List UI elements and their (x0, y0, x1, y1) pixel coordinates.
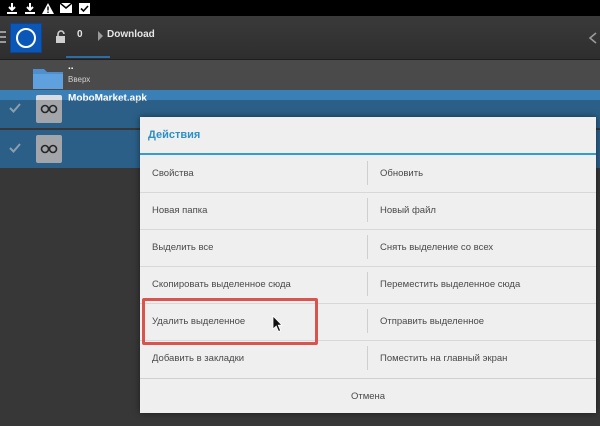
mouse-cursor-icon (272, 315, 283, 333)
action-deselect-all[interactable]: Снять выделение со всех (368, 229, 596, 266)
action-properties[interactable]: Свойства (140, 155, 368, 192)
list-item-name: .. (68, 61, 74, 72)
breadcrumb-arrow-icon (98, 31, 103, 41)
action-add-to-home[interactable]: Поместить на главный экран (368, 340, 596, 377)
breadcrumb-count[interactable]: 0 (77, 29, 83, 40)
menu-handle-icon[interactable] (0, 28, 8, 48)
breadcrumb-folder[interactable]: Download (107, 29, 155, 40)
cancel-button[interactable]: Отмена (140, 379, 596, 413)
action-add-bookmark[interactable]: Добавить в закладки (140, 340, 368, 377)
warning-icon (42, 2, 54, 14)
actions-dialog: Действия Свойства Обновить Новая папка Н… (140, 117, 596, 413)
chevron-left-icon[interactable] (588, 32, 598, 44)
action-refresh[interactable]: Обновить (368, 155, 596, 192)
action-move-here[interactable]: Переместить выделенное сюда (368, 266, 596, 303)
unlock-icon[interactable] (54, 30, 68, 44)
action-new-file[interactable]: Новый файл (368, 192, 596, 229)
download-icon (6, 2, 18, 14)
action-send-selected[interactable]: Отправить выделенное (368, 303, 596, 340)
highlight-box (142, 298, 318, 345)
action-new-folder[interactable]: Новая папка (140, 192, 368, 229)
list-item-subtitle: Вверх (68, 75, 91, 84)
breadcrumb-underline (66, 56, 110, 58)
app-logo[interactable] (10, 23, 42, 53)
checkbox-icon (78, 2, 90, 14)
dialog-title: Действия (148, 129, 201, 141)
download-icon (24, 2, 36, 14)
action-bar: 0 Download (0, 16, 600, 60)
action-select-all[interactable]: Выделить все (140, 229, 368, 266)
status-bar (0, 0, 600, 16)
folder-icon (33, 69, 63, 89)
gmail-icon (60, 2, 72, 14)
